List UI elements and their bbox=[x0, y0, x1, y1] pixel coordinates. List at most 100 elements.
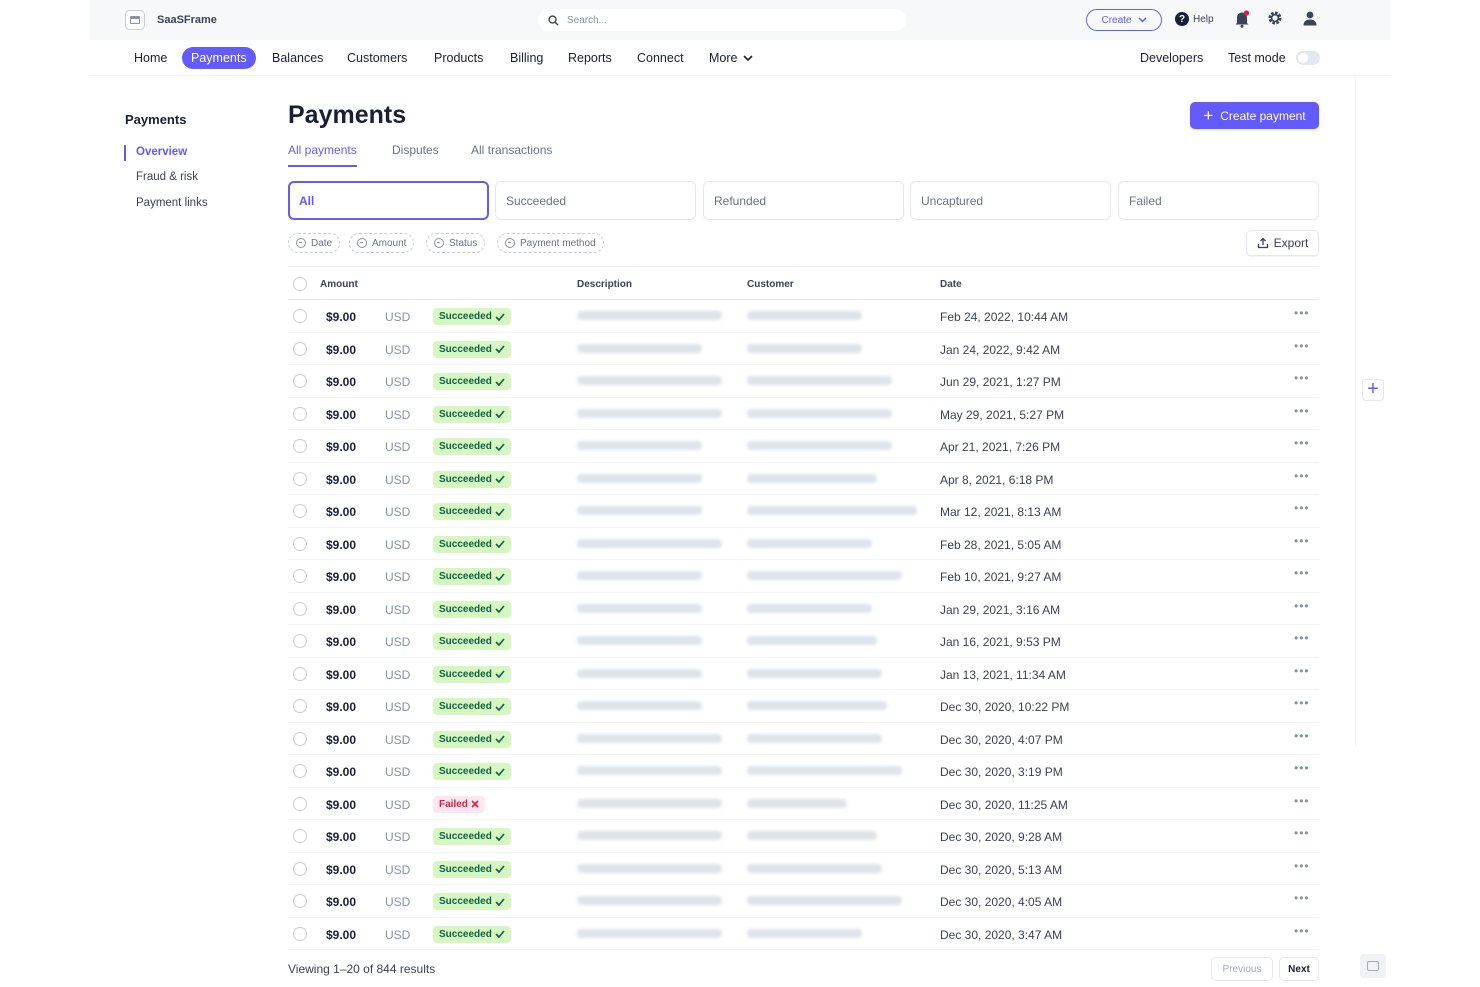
test-mode-toggle[interactable] bbox=[1296, 51, 1320, 65]
row-checkbox[interactable] bbox=[293, 894, 307, 908]
nav-item-billing[interactable]: Billing bbox=[510, 47, 543, 69]
more-icon[interactable]: ••• bbox=[1294, 566, 1310, 580]
next-button[interactable]: Next bbox=[1279, 957, 1319, 981]
search-input[interactable] bbox=[567, 14, 867, 26]
table-row[interactable]: $9.00 USD Succeeded Jan 24, 2022, 9:42 AM ••… bbox=[288, 333, 1319, 365]
more-icon[interactable]: ••• bbox=[1294, 729, 1310, 743]
row-checkbox[interactable] bbox=[293, 439, 307, 453]
filter-amount[interactable]: Amount bbox=[349, 233, 415, 253]
status-card-refunded[interactable]: Refunded bbox=[703, 181, 904, 220]
table-row[interactable]: $9.00 USD Succeeded Feb 24, 2022, 10:44 AM •… bbox=[288, 300, 1319, 333]
more-icon[interactable]: ••• bbox=[1294, 761, 1310, 775]
row-checkbox[interactable] bbox=[293, 569, 307, 583]
create-payment-button[interactable]: + Create payment bbox=[1190, 102, 1319, 129]
sidebar-item-payment-links[interactable]: Payment links bbox=[136, 197, 208, 209]
more-icon[interactable]: ••• bbox=[1294, 826, 1310, 840]
gear-icon[interactable] bbox=[1267, 10, 1283, 26]
row-checkbox[interactable] bbox=[293, 341, 307, 356]
filter-status[interactable]: Status bbox=[426, 233, 486, 253]
table-row[interactable]: $9.00 USD Succeeded Dec 30, 2020, 3:47 AM ••… bbox=[288, 918, 1319, 950]
row-checkbox[interactable] bbox=[293, 699, 307, 713]
more-icon[interactable]: ••• bbox=[1294, 599, 1310, 613]
sidebar-item-fraud-risk[interactable]: Fraud & risk bbox=[136, 171, 198, 183]
more-icon[interactable]: ••• bbox=[1294, 534, 1310, 548]
table-row[interactable]: $9.00 USD Succeeded Dec 30, 2020, 3:19 PM ••… bbox=[288, 755, 1319, 788]
table-row[interactable]: $9.00 USD Succeeded Mar 12, 2021, 8:13 AM ••… bbox=[288, 495, 1319, 528]
status-card-uncaptured[interactable]: Uncaptured bbox=[910, 181, 1111, 220]
table-row[interactable]: $9.00 USD Succeeded Jan 16, 2021, 9:53 PM ••… bbox=[288, 625, 1319, 658]
table-row[interactable]: $9.00 USD Succeeded Feb 10, 2021, 9:27 AM ••… bbox=[288, 560, 1319, 593]
export-button[interactable]: Export bbox=[1246, 230, 1319, 256]
more-icon[interactable]: ••• bbox=[1294, 436, 1310, 450]
nav-item-products[interactable]: Products bbox=[434, 47, 483, 69]
table-row[interactable]: $9.00 USD Succeeded Jan 13, 2021, 11:34 AM •… bbox=[288, 658, 1319, 690]
row-checkbox[interactable] bbox=[293, 829, 307, 843]
row-checkbox[interactable] bbox=[293, 471, 307, 486]
row-checkbox[interactable] bbox=[293, 406, 307, 421]
more-icon[interactable]: ••• bbox=[1294, 306, 1310, 320]
more-icon[interactable]: ••• bbox=[1294, 664, 1310, 678]
account-switcher[interactable]: SaaSFrame bbox=[125, 10, 217, 30]
table-row[interactable]: $9.00 USD Succeeded Dec 30, 2020, 5:13 AM ••… bbox=[288, 853, 1319, 885]
more-icon[interactable]: ••• bbox=[1294, 924, 1310, 938]
row-checkbox[interactable] bbox=[293, 926, 307, 941]
select-all-checkbox[interactable] bbox=[293, 277, 307, 291]
nav-item-home[interactable]: Home bbox=[134, 47, 167, 69]
row-checkbox[interactable] bbox=[293, 536, 307, 551]
table-row[interactable]: $9.00 USD Succeeded Dec 30, 2020, 9:28 AM ••… bbox=[288, 820, 1319, 853]
nav-item-connect[interactable]: Connect bbox=[637, 47, 684, 69]
create-menu-button[interactable]: Create bbox=[1086, 9, 1162, 31]
plus-icon[interactable]: + bbox=[1362, 379, 1384, 401]
more-icon[interactable]: ••• bbox=[1294, 631, 1310, 645]
table-row[interactable]: $9.00 USD Failed Dec 30, 2020, 11:25 AM ••• bbox=[288, 788, 1319, 820]
status-card-all[interactable]: All bbox=[288, 181, 489, 220]
tab-disputes[interactable]: Disputes bbox=[392, 143, 439, 167]
table-row[interactable]: $9.00 USD Succeeded Jun 29, 2021, 1:27 PM ••… bbox=[288, 365, 1319, 398]
row-checkbox[interactable] bbox=[293, 861, 307, 876]
table-row[interactable]: $9.00 USD Succeeded Apr 21, 2021, 7:26 PM ••… bbox=[288, 430, 1319, 463]
more-icon[interactable]: ••• bbox=[1294, 371, 1310, 385]
search-bar[interactable] bbox=[538, 9, 906, 31]
row-checkbox[interactable] bbox=[293, 764, 307, 778]
more-icon[interactable]: ••• bbox=[1294, 404, 1310, 418]
help-button[interactable]: ? Help bbox=[1175, 12, 1214, 26]
tab-all-payments[interactable]: All payments bbox=[288, 143, 357, 167]
status-card-failed[interactable]: Failed bbox=[1118, 181, 1319, 220]
more-icon[interactable]: ••• bbox=[1294, 859, 1310, 873]
table-row[interactable]: $9.00 USD Succeeded Jan 29, 2021, 3:16 AM ••… bbox=[288, 593, 1319, 625]
column-amount[interactable]: Amount bbox=[320, 279, 358, 290]
bell-icon[interactable] bbox=[1234, 10, 1250, 28]
more-icon[interactable]: ••• bbox=[1294, 696, 1310, 710]
more-icon[interactable]: ••• bbox=[1294, 794, 1310, 808]
row-checkbox[interactable] bbox=[293, 666, 307, 681]
tab-all-transactions[interactable]: All transactions bbox=[471, 143, 552, 167]
column-date[interactable]: Date bbox=[940, 279, 962, 290]
more-icon[interactable]: ••• bbox=[1294, 339, 1310, 353]
previous-button[interactable]: Previous bbox=[1211, 957, 1273, 981]
table-row[interactable]: $9.00 USD Succeeded Feb 28, 2021, 5:05 AM ••… bbox=[288, 528, 1319, 560]
column-customer[interactable]: Customer bbox=[747, 279, 794, 290]
row-checkbox[interactable] bbox=[293, 504, 307, 518]
more-icon[interactable]: ••• bbox=[1294, 469, 1310, 483]
more-icon[interactable]: ••• bbox=[1294, 891, 1310, 905]
nav-item-balances[interactable]: Balances bbox=[272, 47, 323, 69]
nav-item-more[interactable]: More bbox=[709, 47, 754, 69]
nav-item-developers[interactable]: Developers bbox=[1140, 47, 1203, 69]
table-row[interactable]: $9.00 USD Succeeded May 29, 2021, 5:27 PM ••… bbox=[288, 398, 1319, 430]
nav-item-payments[interactable]: Payments bbox=[182, 47, 256, 69]
status-card-succeeded[interactable]: Succeeded bbox=[495, 181, 696, 220]
sidebar-item-overview[interactable]: Overview bbox=[136, 146, 187, 158]
more-icon[interactable]: ••• bbox=[1294, 501, 1310, 515]
row-checkbox[interactable] bbox=[293, 634, 307, 648]
filter-date[interactable]: Date bbox=[288, 233, 341, 253]
nav-item-reports[interactable]: Reports bbox=[568, 47, 612, 69]
user-icon[interactable] bbox=[1302, 10, 1318, 26]
table-row[interactable]: $9.00 USD Succeeded Dec 30, 2020, 10:22 PM •… bbox=[288, 690, 1319, 723]
nav-item-customers[interactable]: Customers bbox=[347, 47, 407, 69]
panel-icon[interactable] bbox=[1360, 954, 1386, 978]
filter-payment-method[interactable]: Payment method bbox=[497, 233, 604, 253]
table-row[interactable]: $9.00 USD Succeeded Dec 30, 2020, 4:07 PM ••… bbox=[288, 723, 1319, 755]
row-checkbox[interactable] bbox=[293, 309, 307, 323]
table-row[interactable]: $9.00 USD Succeeded Apr 8, 2021, 6:18 PM ••• bbox=[288, 463, 1319, 495]
table-row[interactable]: $9.00 USD Succeeded Dec 30, 2020, 4:05 AM ••… bbox=[288, 885, 1319, 918]
